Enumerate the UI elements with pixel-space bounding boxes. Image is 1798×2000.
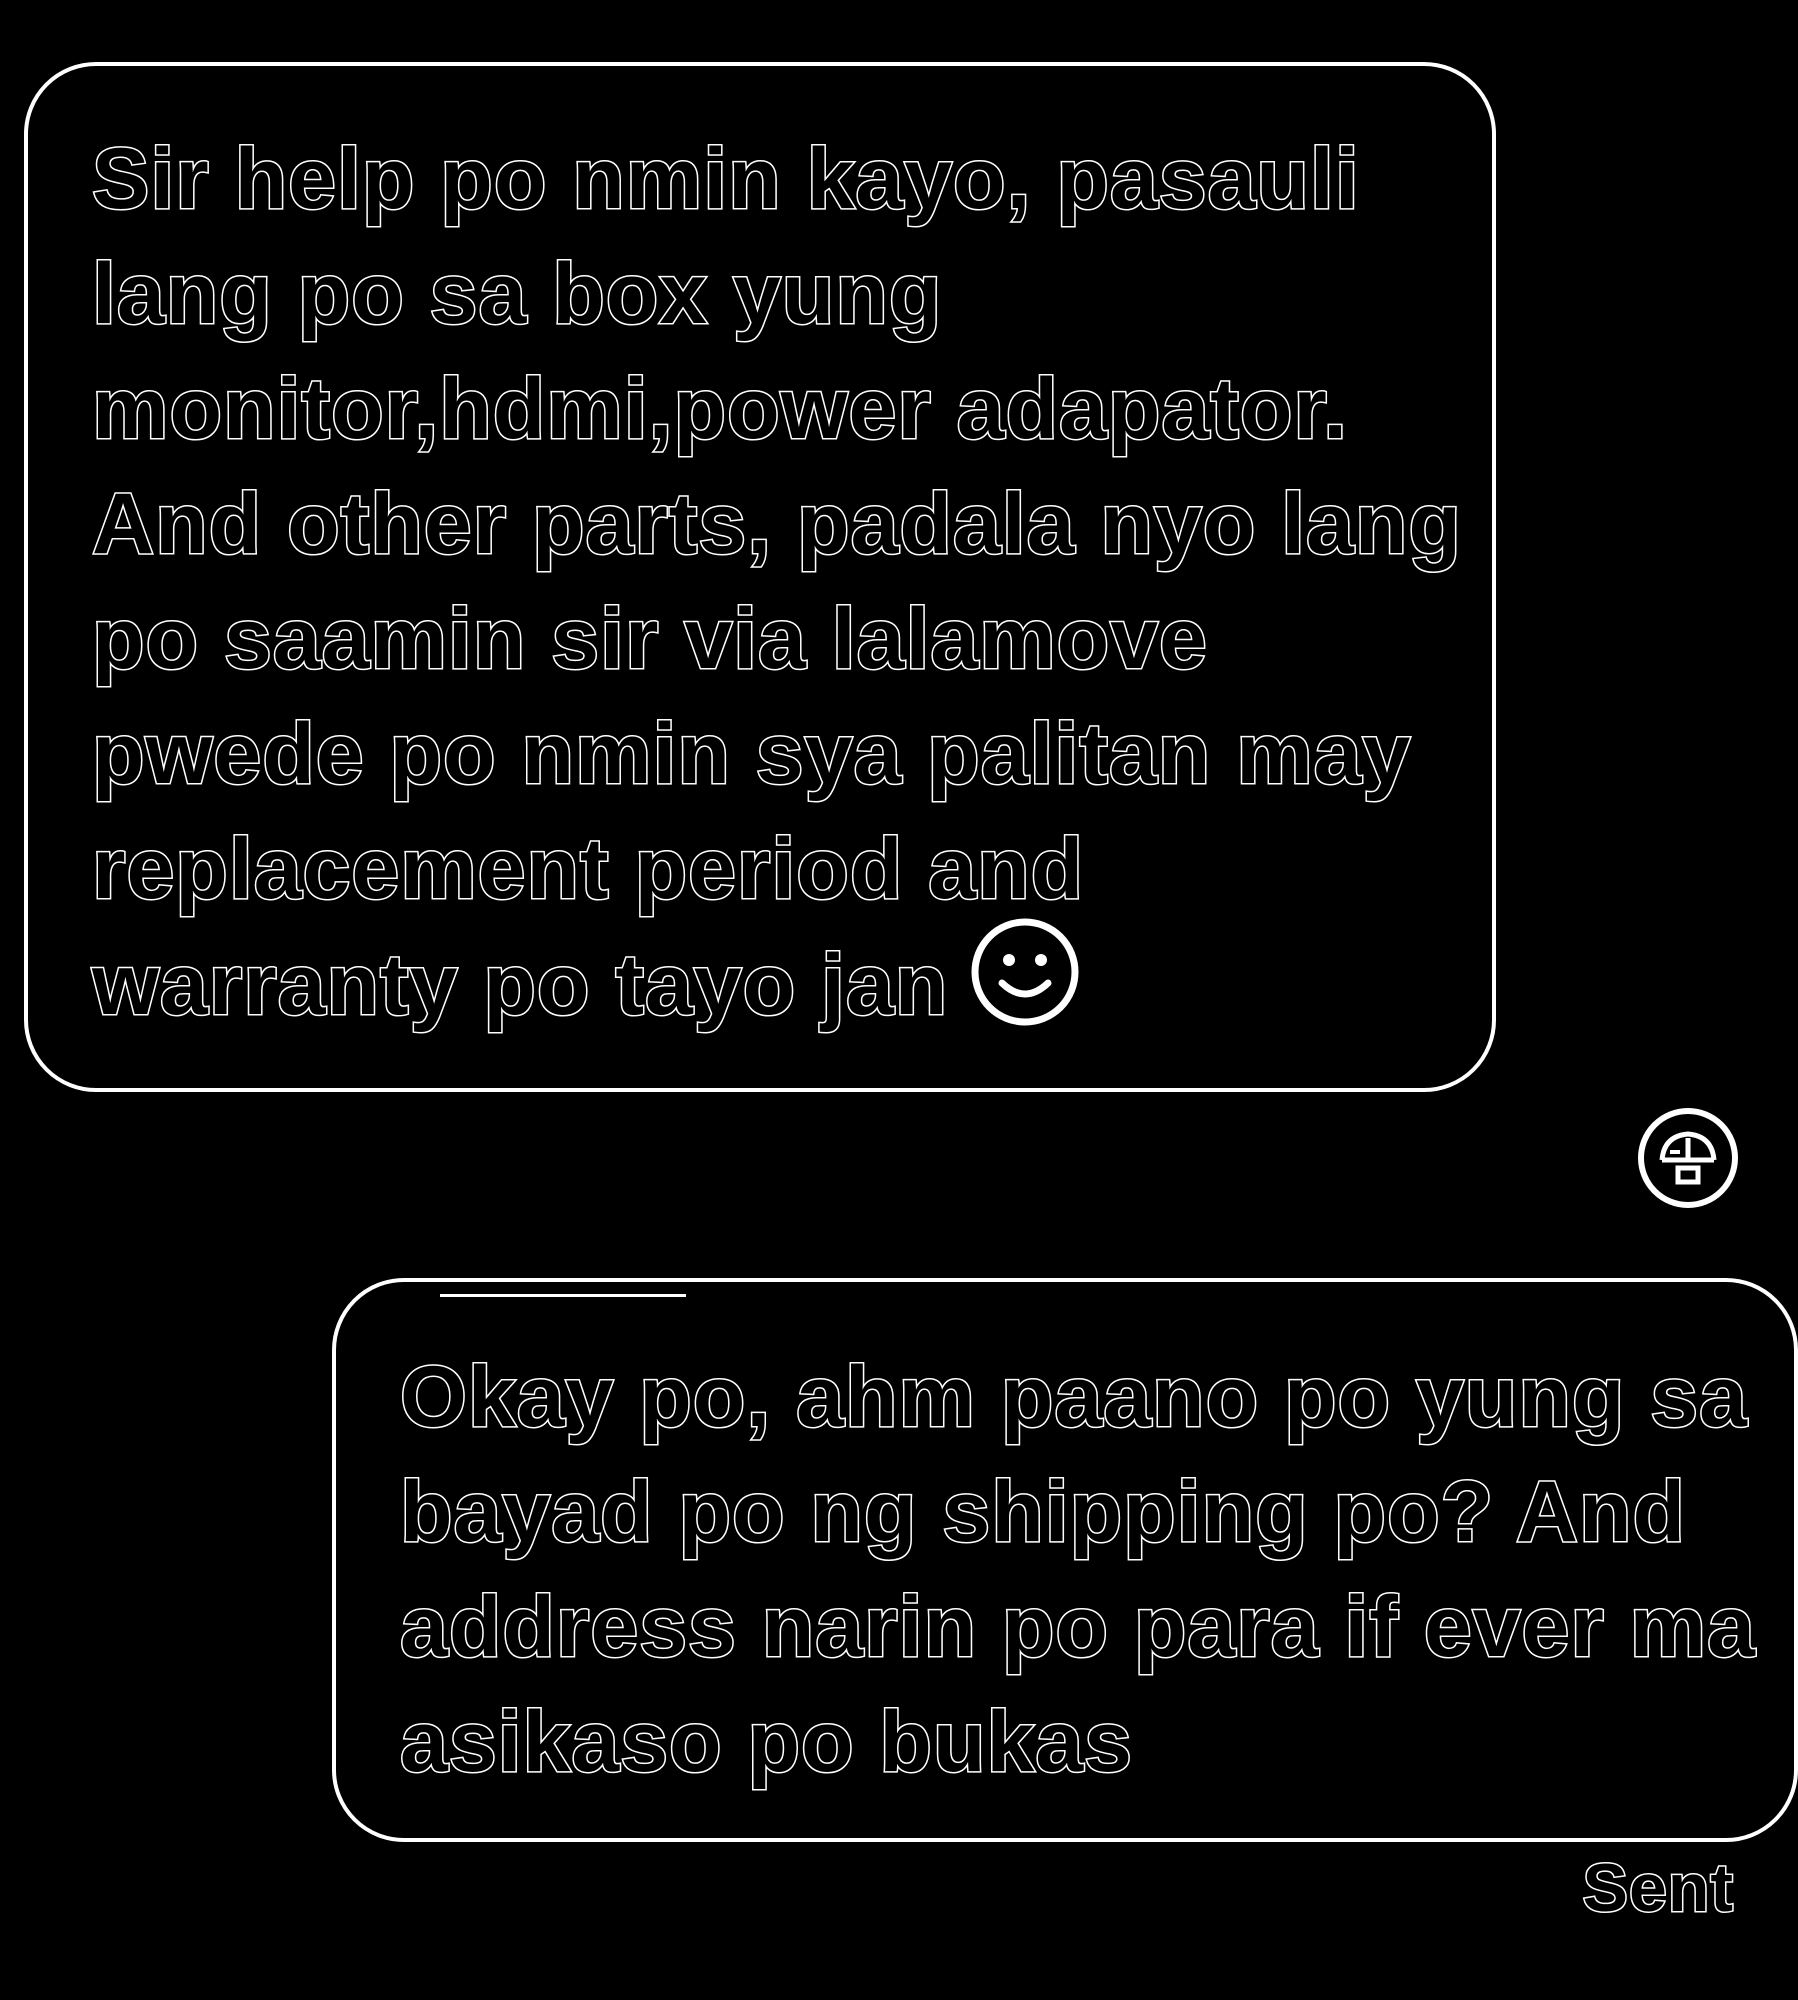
message-line: warranty po tayo jan (90, 936, 949, 1035)
incoming-message-text: Sir help po nmin kayo, pasauli lang po s… (90, 122, 1463, 1042)
outgoing-message-text: Okay po, ahm paano po yung sa bayad po n… (399, 1340, 1757, 1800)
smiling-face-icon (970, 917, 1080, 1056)
message-line: pwede po nmin sya palitan may (91, 705, 1412, 804)
outgoing-message-bubble[interactable]: Okay po, ahm paano po yung sa bayad po n… (332, 1278, 1798, 1842)
message-line: bayad po ng shipping po? And (399, 1463, 1687, 1562)
message-line: address narin po para if ever ma (399, 1578, 1757, 1677)
message-line: monitor,hdmi,power adapator. (91, 360, 1349, 459)
message-line: po saamin sir via lalamove (91, 590, 1209, 689)
incoming-message-bubble[interactable]: Sir help po nmin kayo, pasauli lang po s… (24, 62, 1496, 1092)
delivery-status-label: Sent (1581, 1849, 1734, 1928)
message-line-with-emoji: warranty po tayo jan (90, 918, 1462, 1042)
message-line: Okay po, ahm paano po yung sa (399, 1348, 1749, 1447)
message-line: replacement period and (91, 820, 1085, 919)
message-line: And other parts, padala nyo lang (91, 475, 1463, 574)
profile-avatar-icon[interactable] (1638, 1108, 1738, 1208)
message-line: Sir help po nmin kayo, pasauli (91, 130, 1361, 229)
message-line: lang po sa box yung (91, 245, 943, 344)
message-line: asikaso po bukas (399, 1693, 1134, 1792)
